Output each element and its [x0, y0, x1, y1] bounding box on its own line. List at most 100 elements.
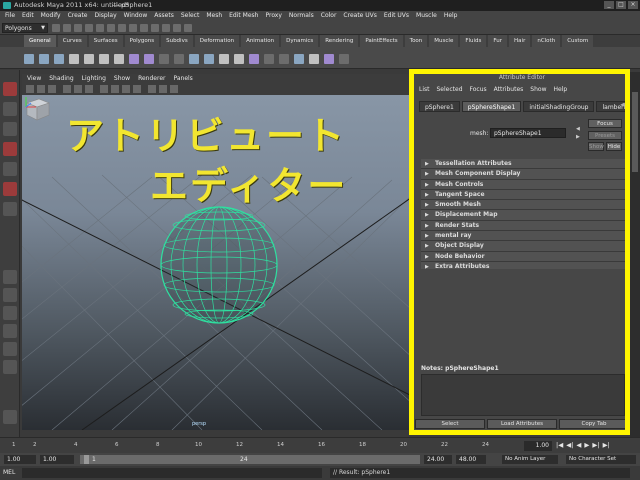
single-layout-icon[interactable]	[3, 270, 17, 284]
viewport-menu-renderer[interactable]: Renderer	[138, 74, 165, 84]
freeze-transform-icon[interactable]	[219, 54, 229, 64]
go-to-input-icon[interactable]: ◀	[576, 126, 584, 133]
range-knob[interactable]	[84, 455, 89, 464]
play-forward-icon[interactable]: ▶	[584, 441, 589, 449]
move-tool-icon[interactable]	[3, 142, 17, 156]
character-set-dropdown[interactable]: No Character Set	[566, 455, 636, 464]
poly-cube-icon[interactable]	[84, 54, 94, 64]
section-mesh-component-display[interactable]: ▶ Mesh Component Display	[421, 169, 625, 180]
render-icon[interactable]	[162, 24, 170, 32]
poly-cylinder-icon[interactable]	[99, 54, 109, 64]
ungroup-icon[interactable]	[204, 54, 214, 64]
shelf-tab-general[interactable]: General	[24, 35, 56, 47]
right-scrollbar[interactable]	[630, 72, 640, 437]
camera-icon[interactable]	[159, 54, 169, 64]
lights-icon[interactable]	[133, 85, 141, 93]
section-render-stats[interactable]: ▶ Render Stats	[421, 220, 625, 232]
mel-label[interactable]: MEL	[3, 469, 15, 476]
rotate-tool-icon[interactable]	[3, 162, 17, 176]
render-view-icon[interactable]	[294, 54, 304, 64]
select-hierarchy-icon[interactable]	[85, 24, 93, 32]
wireframe-icon[interactable]	[100, 85, 108, 93]
focus-button[interactable]: Focus	[588, 119, 622, 128]
four-layout-icon[interactable]	[3, 288, 17, 302]
script-editor-icon[interactable]	[339, 54, 349, 64]
viewport-menu-show[interactable]: Show	[114, 74, 130, 84]
go-to-end-icon[interactable]: ▶|	[603, 441, 610, 449]
menu-proxy[interactable]: Proxy	[265, 11, 281, 21]
menu-muscle[interactable]: Muscle	[416, 11, 437, 21]
ae-tab-psphereshape1[interactable]: pSphereShape1	[461, 101, 522, 112]
snap-point-icon[interactable]	[140, 24, 148, 32]
shelf-tab-painteffects[interactable]: PaintEffects	[360, 35, 403, 47]
viewport-menu-shading[interactable]: Shading	[49, 74, 73, 84]
toolbox-misc-icon[interactable]	[3, 410, 17, 424]
viewport-menu-panels[interactable]: Panels	[173, 74, 192, 84]
isolate-icon[interactable]	[170, 85, 178, 93]
side-layout-icon[interactable]	[3, 306, 17, 320]
menu-create-uvs[interactable]: Create UVs	[343, 11, 376, 21]
save-scene-icon[interactable]	[74, 24, 82, 32]
textured-icon[interactable]	[122, 85, 130, 93]
camera-attr-icon[interactable]	[26, 85, 34, 93]
ae-menu-focus[interactable]: Focus	[470, 85, 487, 95]
shelf-tab-toon[interactable]: Toon	[404, 35, 428, 47]
step-back-key-icon[interactable]: ◀|	[566, 441, 573, 449]
menu-help[interactable]: Help	[444, 11, 458, 21]
step-forward-key-icon[interactable]: ▶|	[592, 441, 599, 449]
menu-window[interactable]: Window	[124, 11, 148, 21]
lasso-tool-icon[interactable]	[3, 102, 17, 116]
menu-file[interactable]: File	[5, 11, 15, 21]
history-icon[interactable]	[151, 24, 159, 32]
minimize-button[interactable]: _	[604, 1, 614, 9]
section-node-behavior[interactable]: ▶ Node Behavior	[421, 251, 625, 262]
shelf-tab-muscle[interactable]: Muscle	[429, 35, 459, 47]
shelf-tab-fluids[interactable]: Fluids	[460, 35, 487, 47]
poly-plane-icon[interactable]	[114, 54, 124, 64]
light-icon[interactable]	[174, 54, 184, 64]
subdiv-sphere-icon[interactable]	[129, 54, 139, 64]
shelf-tab-dynamics[interactable]: Dynamics	[281, 35, 319, 47]
image-plane-icon[interactable]	[48, 85, 56, 93]
resolution-gate-icon[interactable]	[85, 85, 93, 93]
outliner-icon[interactable]	[264, 54, 274, 64]
smooth-shade-icon[interactable]	[111, 85, 119, 93]
poly-sphere[interactable]	[160, 206, 278, 324]
command-input[interactable]	[22, 468, 322, 478]
menu-color[interactable]: Color	[321, 11, 337, 21]
shelf-tab-hair[interactable]: Hair	[509, 35, 531, 47]
grid-toggle-icon[interactable]	[63, 85, 71, 93]
node-name-field[interactable]: pSphereShape1	[490, 128, 566, 138]
shelf-tab-ncloth[interactable]: nCloth	[532, 35, 561, 47]
time-slider[interactable]: 1 2 4 6 8 10 12 14 16 18 20 22 24 1.00 |…	[0, 437, 640, 453]
notes-textarea[interactable]	[421, 374, 625, 416]
playback-start-field[interactable]: 1.00	[40, 455, 74, 464]
hypershade-icon[interactable]	[279, 54, 289, 64]
load-attributes-button[interactable]: Load Attributes	[487, 419, 557, 429]
go-to-output-icon[interactable]: ▶	[576, 134, 584, 141]
paint-select-tool-icon[interactable]	[3, 122, 17, 136]
section-tangent-space[interactable]: ▶ Tangent Space	[421, 189, 625, 201]
select-component-icon[interactable]	[107, 24, 115, 32]
scale-tool-icon[interactable]	[3, 182, 17, 196]
show-button[interactable]: Show	[588, 142, 604, 151]
outliner-layout-icon[interactable]	[3, 324, 17, 338]
menu-create[interactable]: Create	[68, 11, 88, 21]
subdiv-cube-icon[interactable]	[144, 54, 154, 64]
ipr-render-icon[interactable]	[173, 24, 181, 32]
snap-curve-icon[interactable]	[129, 24, 137, 32]
render-settings-icon[interactable]	[184, 24, 192, 32]
select-button[interactable]: Select	[415, 419, 485, 429]
graph-editor-icon[interactable]	[309, 54, 319, 64]
ae-menu-attributes[interactable]: Attributes	[494, 85, 524, 95]
shelf-tab-animation[interactable]: Animation	[241, 35, 280, 47]
shelf-tab-surfaces[interactable]: Surfaces	[88, 35, 123, 47]
ae-menu-list[interactable]: List	[419, 85, 430, 95]
shelf-tab-deformation[interactable]: Deformation	[194, 35, 240, 47]
new-scene-icon[interactable]	[52, 24, 60, 32]
menu-edit[interactable]: Edit	[22, 11, 34, 21]
scrollbar-thumb[interactable]	[632, 92, 638, 172]
animation-end-field[interactable]: 48.00	[456, 455, 486, 464]
menu-select[interactable]: Select	[181, 11, 200, 21]
bookmark-icon[interactable]	[37, 85, 45, 93]
